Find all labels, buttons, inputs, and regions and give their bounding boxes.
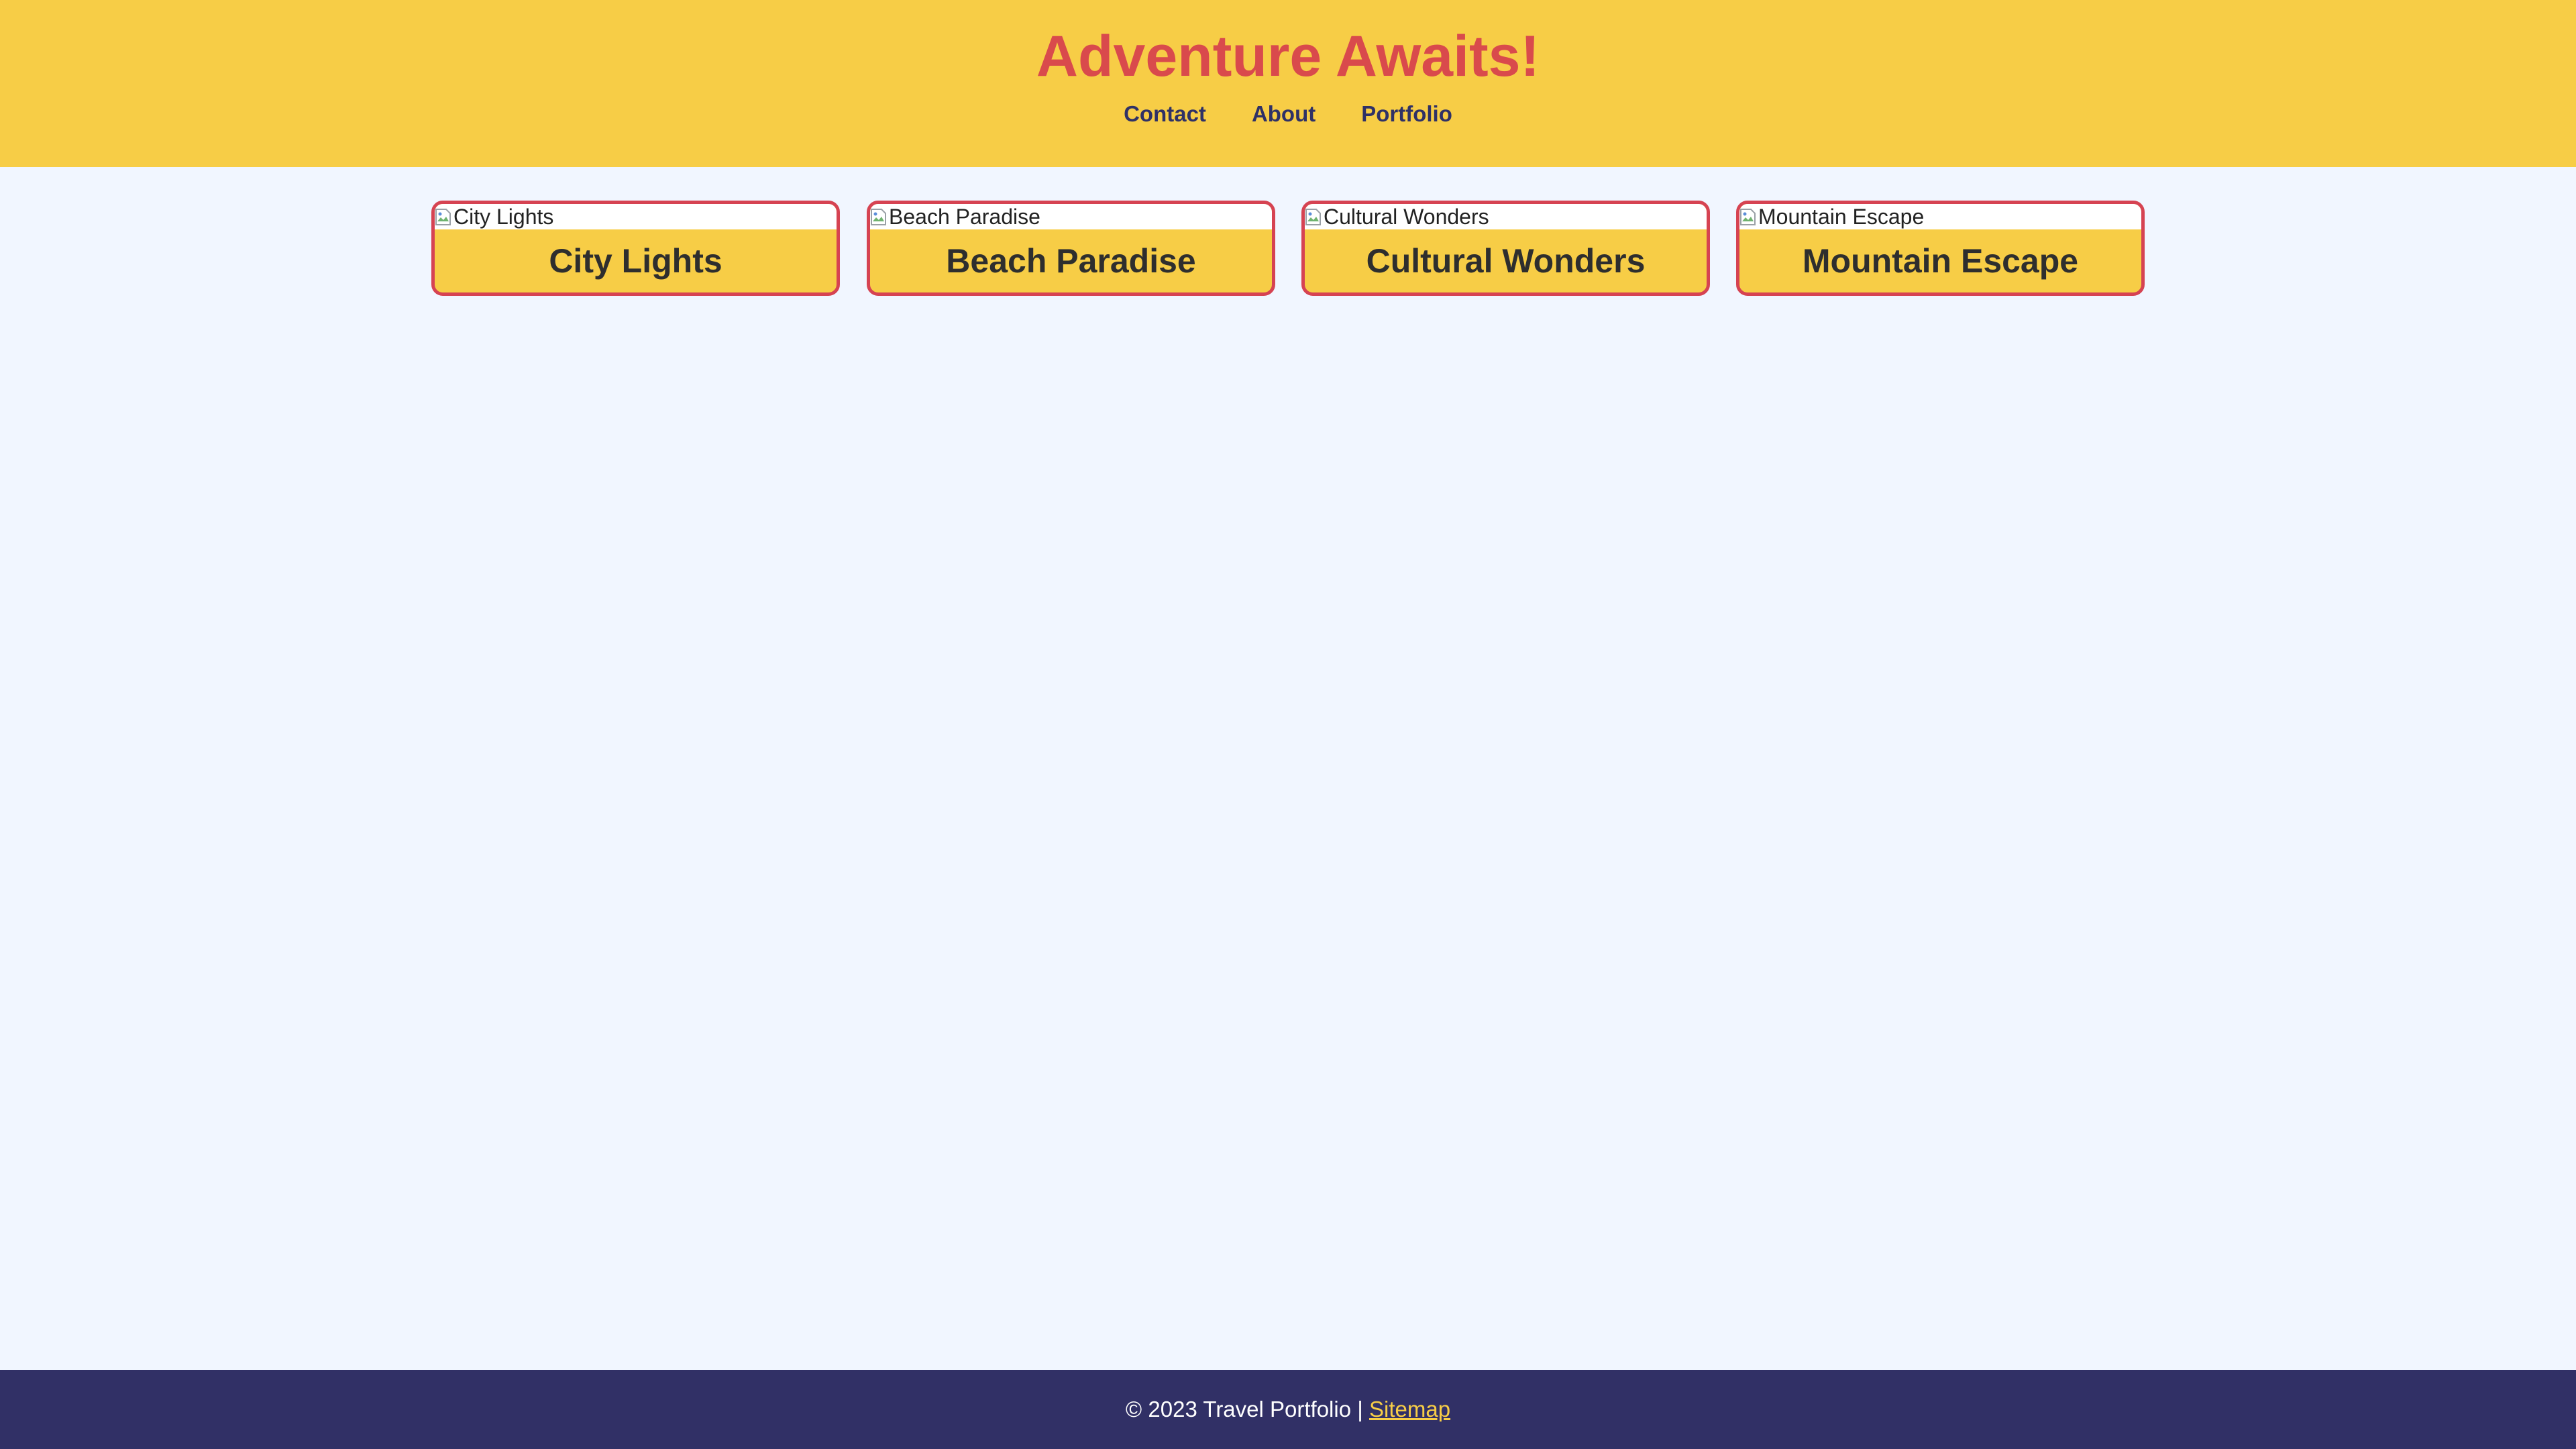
sitemap-link[interactable]: Sitemap (1369, 1397, 1450, 1421)
nav-link-about[interactable]: About (1252, 95, 1316, 133)
broken-image-icon (435, 209, 451, 225)
card-title: Cultural Wonders (1366, 242, 1646, 280)
card-cultural-wonders[interactable]: Cultural Wonders Cultural Wonders (1301, 201, 1710, 296)
card-beach-paradise[interactable]: Beach Paradise Beach Paradise (867, 201, 1275, 296)
card-image-alt-text: Cultural Wonders (1324, 205, 1489, 229)
broken-image-icon (871, 209, 886, 225)
card-image-alt-text: Beach Paradise (889, 205, 1040, 229)
main-content: City Lights City Lights Beach Paradise B… (0, 167, 2576, 1370)
site-footer: © 2023 Travel Portfolio | Sitemap (0, 1370, 2576, 1449)
broken-image-icon (1740, 209, 1756, 225)
main-nav: Contact About Portfolio (0, 95, 2576, 133)
card-image: Beach Paradise (870, 204, 1272, 229)
nav-link-portfolio[interactable]: Portfolio (1361, 95, 1452, 133)
nav-link-contact[interactable]: Contact (1124, 95, 1206, 133)
card-image: Mountain Escape (1739, 204, 2141, 229)
card-title: Mountain Escape (1802, 242, 2079, 280)
site-title: Adventure Awaits! (1036, 24, 1540, 89)
page: Adventure Awaits! Contact About Portfoli… (0, 0, 2576, 1449)
card-image-alt-text: Mountain Escape (1758, 205, 1925, 229)
card-image: City Lights (435, 204, 837, 229)
site-header: Adventure Awaits! Contact About Portfoli… (0, 0, 2576, 167)
card-mountain-escape[interactable]: Mountain Escape Mountain Escape (1736, 201, 2145, 296)
card-image: Cultural Wonders (1305, 204, 1707, 229)
card-title: City Lights (549, 242, 722, 280)
card-city-lights[interactable]: City Lights City Lights (431, 201, 840, 296)
broken-image-icon (1305, 209, 1321, 225)
footer-copyright: © 2023 Travel Portfolio | (1125, 1397, 1369, 1421)
card-image-alt-text: City Lights (453, 205, 554, 229)
card-title: Beach Paradise (946, 242, 1196, 280)
